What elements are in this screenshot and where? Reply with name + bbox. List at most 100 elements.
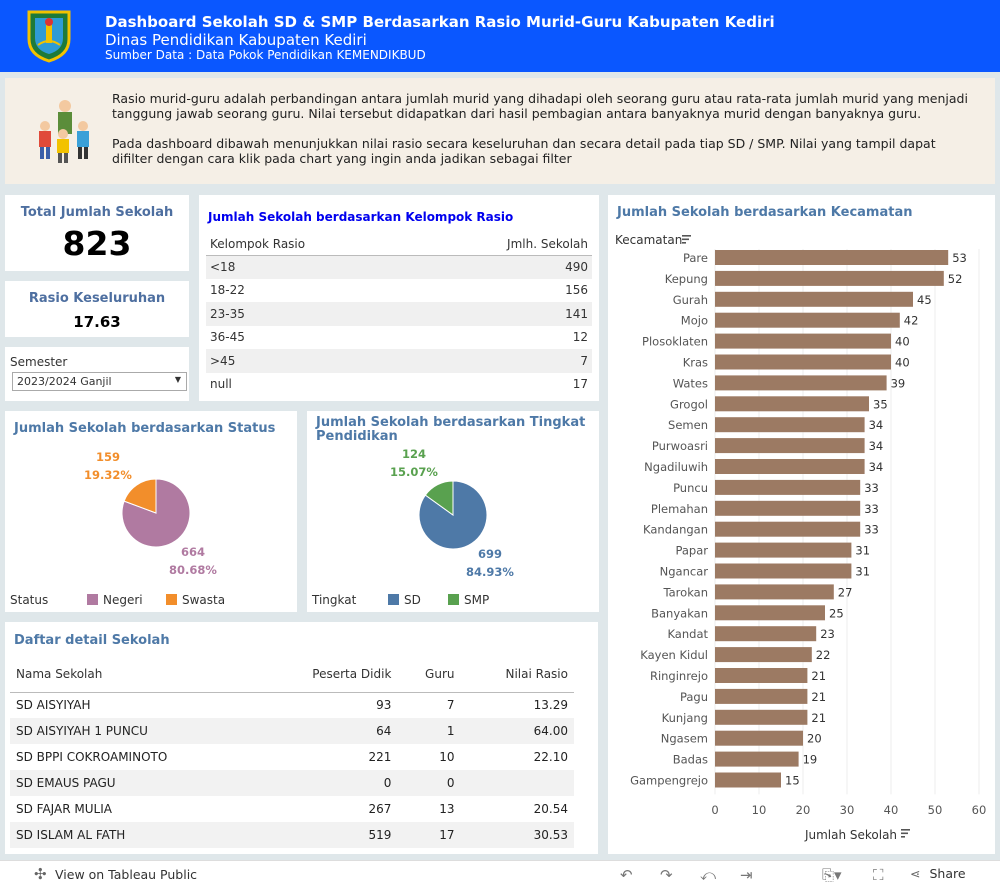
tingkat-pie-chart[interactable]: 124 15.07% 699 84.93% xyxy=(307,411,599,612)
category-label[interactable]: Gampengrejo xyxy=(630,774,708,788)
refresh-icon[interactable]: ⇥ xyxy=(740,866,753,884)
kelompok-cell: null xyxy=(210,377,232,392)
table-row[interactable]: 18-22 156 xyxy=(206,279,592,303)
table-row[interactable]: null 17 xyxy=(206,373,592,397)
category-label[interactable]: Puncu xyxy=(673,481,708,495)
bar[interactable] xyxy=(715,751,799,767)
total-schools-card[interactable]: Total Jumlah Sekolah 823 xyxy=(5,195,189,271)
category-label[interactable]: Tarokan xyxy=(663,585,708,599)
bar-value-label: 25 xyxy=(829,606,844,620)
category-label[interactable]: Kandangan xyxy=(643,523,708,537)
bar[interactable] xyxy=(715,730,803,746)
table-row[interactable]: SD AISYIYAH 93 7 13.29 xyxy=(10,692,574,718)
view-on-tableau-link[interactable]: View on Tableau Public xyxy=(55,867,197,882)
table-row[interactable]: >45 7 xyxy=(206,349,592,373)
category-label[interactable]: Mojo xyxy=(681,314,708,328)
category-label[interactable]: Ngancar xyxy=(660,565,709,579)
table-row[interactable]: <18 490 xyxy=(206,255,592,279)
revert-icon[interactable]: ⤺ xyxy=(700,866,716,884)
legend-item-smp[interactable]: SMP xyxy=(448,593,489,607)
category-label[interactable]: Ngasem xyxy=(661,732,708,746)
bar[interactable] xyxy=(715,563,852,579)
fullscreen-icon[interactable]: ⛶ xyxy=(873,866,884,884)
header-guru[interactable]: Guru xyxy=(397,656,461,693)
bar[interactable] xyxy=(715,312,900,328)
semester-dropdown[interactable]: 2023/2024 Ganjil ▼ xyxy=(12,372,187,391)
category-label[interactable]: Kayen Kidul xyxy=(640,648,708,662)
download-icon[interactable]: ⎘▾ xyxy=(822,866,842,884)
category-label[interactable]: Plosoklaten xyxy=(642,335,708,349)
kecamatan-chart-panel: Jumlah Sekolah berdasarkan Kecamatan Kec… xyxy=(608,195,995,854)
tingkat-pie-slices[interactable] xyxy=(418,480,488,550)
bar[interactable] xyxy=(715,479,861,495)
table-row[interactable]: SD EMAUS PAGU 0 0 xyxy=(10,770,574,796)
category-label[interactable]: Grogol xyxy=(670,397,708,411)
category-label[interactable]: Kras xyxy=(683,356,708,370)
bar-value-label: 19 xyxy=(803,753,818,767)
bar[interactable] xyxy=(715,438,865,454)
category-label[interactable]: Ngadiluwih xyxy=(644,460,708,474)
category-label[interactable]: Banyakan xyxy=(651,606,708,620)
category-label[interactable]: Plemahan xyxy=(651,502,708,516)
bar[interactable] xyxy=(715,688,808,704)
status-pie-slices[interactable] xyxy=(121,478,191,548)
category-label[interactable]: Papar xyxy=(675,544,708,558)
table-row[interactable]: SD ISLAM AL FATH 519 17 30.53 xyxy=(10,822,574,848)
bar[interactable] xyxy=(715,772,781,788)
table-row[interactable]: SD FAJAR MULIA 267 13 20.54 xyxy=(10,796,574,822)
bar[interactable] xyxy=(715,709,808,725)
legend-item-sd[interactable]: SD xyxy=(388,593,421,607)
category-label[interactable]: Kepung xyxy=(665,272,708,286)
bar[interactable] xyxy=(715,668,808,683)
bar-value-label: 35 xyxy=(873,397,888,411)
overall-ratio-card[interactable]: Rasio Keseluruhan 17.63 xyxy=(5,281,189,337)
status-pie-chart[interactable]: 159 19.32% 664 80.68% xyxy=(5,411,297,612)
table-row[interactable]: 36-45 12 xyxy=(206,326,592,350)
legend-item-swasta[interactable]: Swasta xyxy=(166,593,225,607)
kecamatan-bar-chart[interactable]: Kecamatan Pare 53 Kepung 52 Gurah 45 Mojo 42 Plo… xyxy=(608,195,995,854)
bar[interactable] xyxy=(715,250,949,265)
category-label[interactable]: Pagu xyxy=(680,690,708,704)
table-row[interactable]: SD AISYIYAH 1 PUNCU 64 1 64.00 xyxy=(10,718,574,744)
category-label[interactable]: Gurah xyxy=(673,293,708,307)
header-peserta-didik[interactable]: Peserta Didik xyxy=(258,656,398,693)
bar[interactable] xyxy=(715,375,887,391)
bar[interactable] xyxy=(715,626,817,642)
category-label[interactable]: Ringinrejo xyxy=(650,669,708,683)
bar[interactable] xyxy=(715,500,861,516)
category-label[interactable]: Purwoasri xyxy=(652,439,708,453)
sort-icon[interactable] xyxy=(682,235,691,244)
table-row[interactable]: SD BPPI COKROAMINOTO 221 10 22.10 xyxy=(10,744,574,770)
legend-item-negeri[interactable]: Negeri xyxy=(87,593,143,607)
share-button[interactable]: ⋖ Share xyxy=(910,866,966,881)
header-nama-sekolah[interactable]: Nama Sekolah xyxy=(10,656,259,693)
category-label[interactable]: Semen xyxy=(668,418,708,432)
category-label[interactable]: Kunjang xyxy=(662,711,708,725)
category-label[interactable]: Badas xyxy=(673,753,708,767)
x-tick-label: 50 xyxy=(928,803,943,817)
category-label[interactable]: Pare xyxy=(683,251,708,265)
sort-icon[interactable] xyxy=(901,829,910,838)
bar[interactable] xyxy=(715,605,825,621)
bars[interactable]: Pare 53 Kepung 52 Gurah 45 Mojo 42 Plosoklaten 40… xyxy=(630,250,967,788)
category-label[interactable]: Kandat xyxy=(667,627,708,641)
table-row[interactable]: 23-35 141 xyxy=(206,302,592,326)
bar[interactable] xyxy=(715,459,865,474)
header-nilai-rasio[interactable]: Nilai Rasio xyxy=(460,656,574,693)
undo-icon[interactable]: ↶ xyxy=(620,866,633,884)
bar[interactable] xyxy=(715,333,891,349)
category-label[interactable]: Wates xyxy=(673,376,708,390)
bar[interactable] xyxy=(715,521,861,537)
redo-icon[interactable]: ↷ xyxy=(660,866,673,884)
sd-pct-label: 84.93% xyxy=(466,565,514,579)
bar[interactable] xyxy=(715,542,852,558)
bar[interactable] xyxy=(715,354,891,370)
jumlah-cell: 490 xyxy=(413,255,592,279)
negeri-swatch xyxy=(87,594,98,605)
bar[interactable] xyxy=(715,584,834,600)
bar[interactable] xyxy=(715,396,869,412)
bar[interactable] xyxy=(715,270,944,286)
bar[interactable] xyxy=(715,417,865,433)
bar[interactable] xyxy=(715,647,812,663)
bar[interactable] xyxy=(715,291,913,307)
